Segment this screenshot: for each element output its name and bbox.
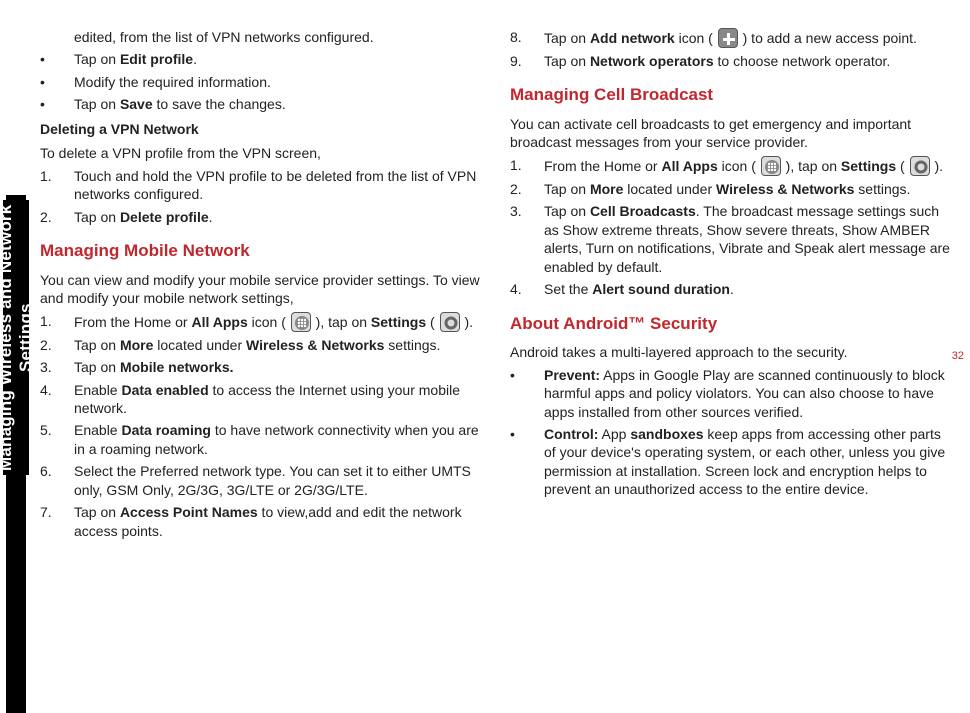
settings-icon xyxy=(440,312,460,332)
list-item: 3. Tap on Cell Broadcasts. The broadcast… xyxy=(510,202,950,276)
settings-icon xyxy=(910,156,930,176)
list-number: 4. xyxy=(510,280,544,298)
bullet-icon: • xyxy=(40,50,74,68)
list-text: Tap on Save to save the changes. xyxy=(74,95,480,113)
bullet-icon: • xyxy=(510,366,544,421)
list-text: Tap on Mobile networks. xyxy=(74,358,480,376)
body-text: edited, from the list of VPN networks co… xyxy=(74,28,480,46)
list-item: 4. Set the Alert sound duration. xyxy=(510,280,950,298)
list-item: 1. From the Home or All Apps icon ( ), t… xyxy=(40,312,480,332)
all-apps-icon xyxy=(291,312,311,332)
subheading: Deleting a VPN Network xyxy=(40,120,480,138)
list-text: Select the Preferred network type. You c… xyxy=(74,462,480,499)
list-number: 6. xyxy=(40,462,74,499)
list-item: 2. Tap on More located under Wireless & … xyxy=(40,336,480,354)
list-item: • Prevent: Apps in Google Play are scann… xyxy=(510,366,950,421)
list-item: 2. Tap on Delete profile. xyxy=(40,208,480,226)
list-text: Enable Data enabled to access the Intern… xyxy=(74,381,480,418)
list-text: Control: App sandboxes keep apps from ac… xyxy=(544,425,950,499)
list-item: 1. From the Home or All Apps icon ( ), t… xyxy=(510,156,950,176)
list-item: 8. Tap on Add network icon ( ) to add a … xyxy=(510,28,950,48)
list-number: 2. xyxy=(510,180,544,198)
body-text: To delete a VPN profile from the VPN scr… xyxy=(40,144,480,162)
list-number: 4. xyxy=(40,381,74,418)
list-item: 7. Tap on Access Point Names to view,add… xyxy=(40,503,480,540)
list-item: 1. Touch and hold the VPN profile to be … xyxy=(40,167,480,204)
section-heading: Managing Mobile Network xyxy=(40,240,480,262)
list-text: Tap on Add network icon ( ) to add a new… xyxy=(544,28,950,48)
list-item: • Tap on Edit profile. xyxy=(40,50,480,68)
list-item: 5. Enable Data roaming to have network c… xyxy=(40,421,480,458)
list-number: 5. xyxy=(40,421,74,458)
list-item: • Tap on Save to save the changes. xyxy=(40,95,480,113)
list-item: 9. Tap on Network operators to choose ne… xyxy=(510,52,950,70)
section-heading: About Android™ Security xyxy=(510,313,950,335)
list-item: 4. Enable Data enabled to access the Int… xyxy=(40,381,480,418)
all-apps-icon xyxy=(761,156,781,176)
list-text: Set the Alert sound duration. xyxy=(544,280,950,298)
list-item: 3. Tap on Mobile networks. xyxy=(40,358,480,376)
list-text: Tap on More located under Wireless & Net… xyxy=(74,336,480,354)
sidebar-label: Managing Wireless and Network Settings xyxy=(3,200,29,475)
list-number: 3. xyxy=(40,358,74,376)
section-heading: Managing Cell Broadcast xyxy=(510,84,950,106)
list-number: 2. xyxy=(40,208,74,226)
list-number: 3. xyxy=(510,202,544,276)
body-text: You can activate cell broadcasts to get … xyxy=(510,115,950,152)
bullet-icon: • xyxy=(510,425,544,499)
list-number: 7. xyxy=(40,503,74,540)
list-number: 1. xyxy=(40,312,74,332)
left-column: edited, from the list of VPN networks co… xyxy=(40,28,480,693)
list-number: 2. xyxy=(40,336,74,354)
body-text: Android takes a multi-layered approach t… xyxy=(510,343,950,361)
list-item: • Modify the required information. xyxy=(40,73,480,91)
list-text: Tap on Cell Broadcasts. The broadcast me… xyxy=(544,202,950,276)
bullet-icon: • xyxy=(40,95,74,113)
list-text: Touch and hold the VPN profile to be del… xyxy=(74,167,480,204)
list-text: Prevent: Apps in Google Play are scanned… xyxy=(544,366,950,421)
list-text: Tap on Access Point Names to view,add an… xyxy=(74,503,480,540)
list-text: Modify the required information. xyxy=(74,73,480,91)
add-network-icon xyxy=(718,28,738,48)
right-column: 8. Tap on Add network icon ( ) to add a … xyxy=(510,28,950,693)
list-item: • Control: App sandboxes keep apps from … xyxy=(510,425,950,499)
list-text: Tap on More located under Wireless & Net… xyxy=(544,180,950,198)
list-text: Tap on Edit profile. xyxy=(74,50,480,68)
list-number: 8. xyxy=(510,28,544,48)
list-number: 1. xyxy=(40,167,74,204)
list-text: Enable Data roaming to have network conn… xyxy=(74,421,480,458)
list-item: 2. Tap on More located under Wireless & … xyxy=(510,180,950,198)
body-text: You can view and modify your mobile serv… xyxy=(40,271,480,308)
list-text: Tap on Network operators to choose netwo… xyxy=(544,52,950,70)
list-text: From the Home or All Apps icon ( ), tap … xyxy=(74,312,480,332)
sidebar: Managing Wireless and Network Settings xyxy=(0,0,30,713)
list-number: 1. xyxy=(510,156,544,176)
page-content: edited, from the list of VPN networks co… xyxy=(40,28,950,693)
bullet-icon: • xyxy=(40,73,74,91)
page-number: 32 xyxy=(952,350,964,362)
list-text: Tap on Delete profile. xyxy=(74,208,480,226)
list-number: 9. xyxy=(510,52,544,70)
list-item: 6. Select the Preferred network type. Yo… xyxy=(40,462,480,499)
list-text: From the Home or All Apps icon ( ), tap … xyxy=(544,156,950,176)
